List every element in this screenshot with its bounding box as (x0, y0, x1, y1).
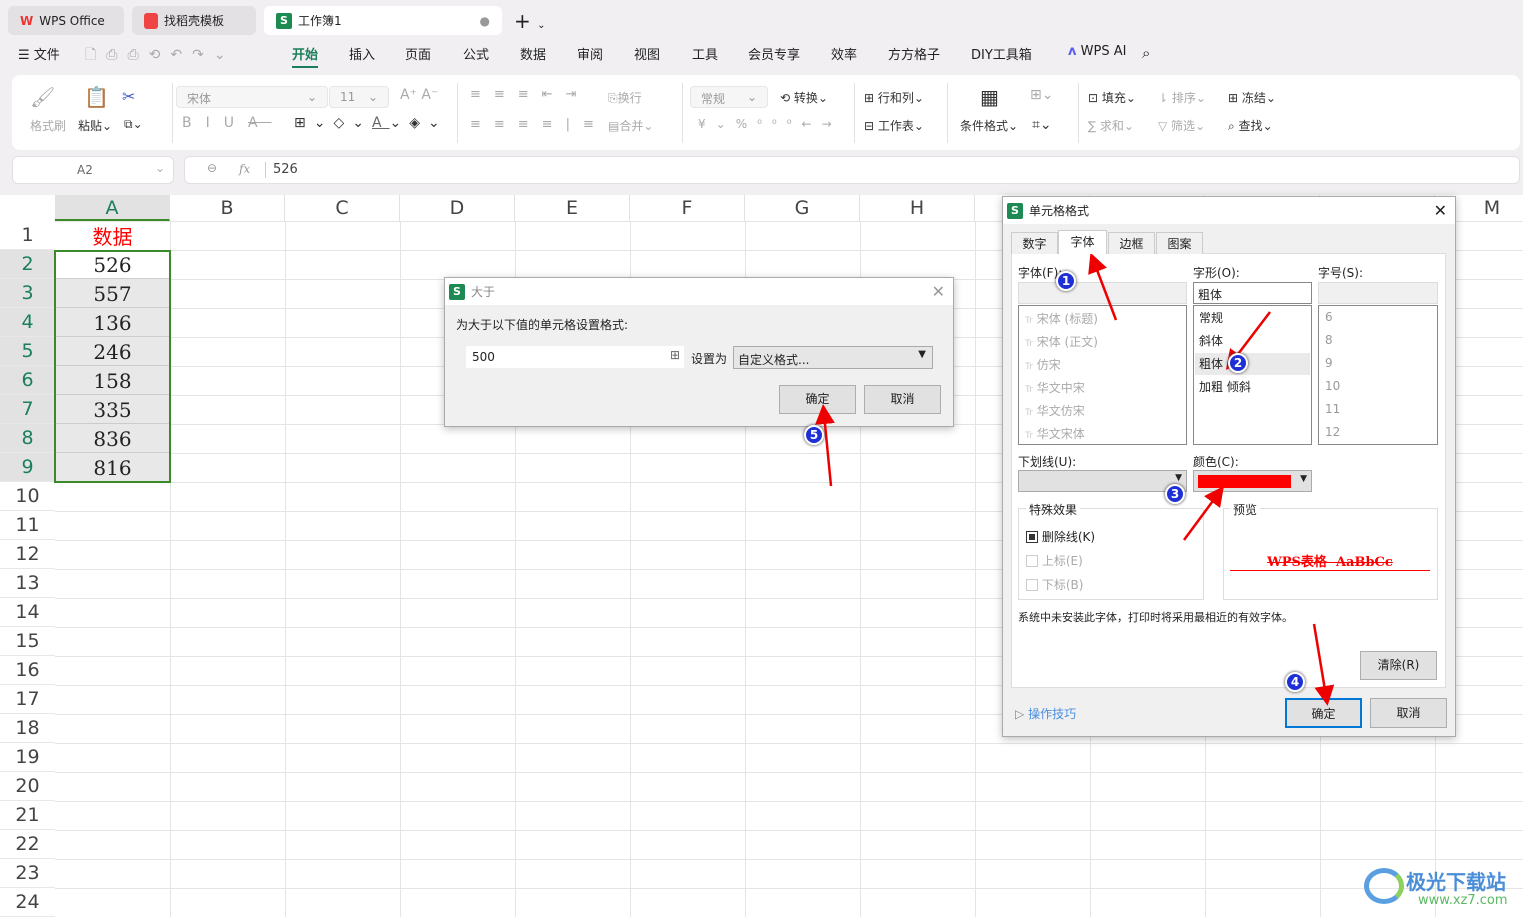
step-badge-2: 2 (1228, 353, 1248, 373)
format-tab[interactable]: 边框 (1108, 232, 1155, 254)
arrow-1 (1088, 252, 1118, 321)
watermark-logo: 极光下载站 www.xz7.com (1362, 864, 1522, 914)
format-tab[interactable]: 图案 (1156, 232, 1203, 254)
arrow-3 (1182, 485, 1224, 541)
format-tab[interactable]: 数字 (1011, 232, 1058, 254)
arrow-4 (1312, 623, 1335, 706)
arrow-5 (815, 404, 835, 487)
step-badge-4: 4 (1285, 672, 1305, 692)
step-badge-1: 1 (1056, 271, 1076, 291)
annotation-arrows (815, 252, 1335, 706)
step-badge-5: 5 (804, 425, 824, 445)
step-badge-3: 3 (1165, 484, 1185, 504)
format-tab[interactable]: 字体 (1058, 230, 1107, 254)
